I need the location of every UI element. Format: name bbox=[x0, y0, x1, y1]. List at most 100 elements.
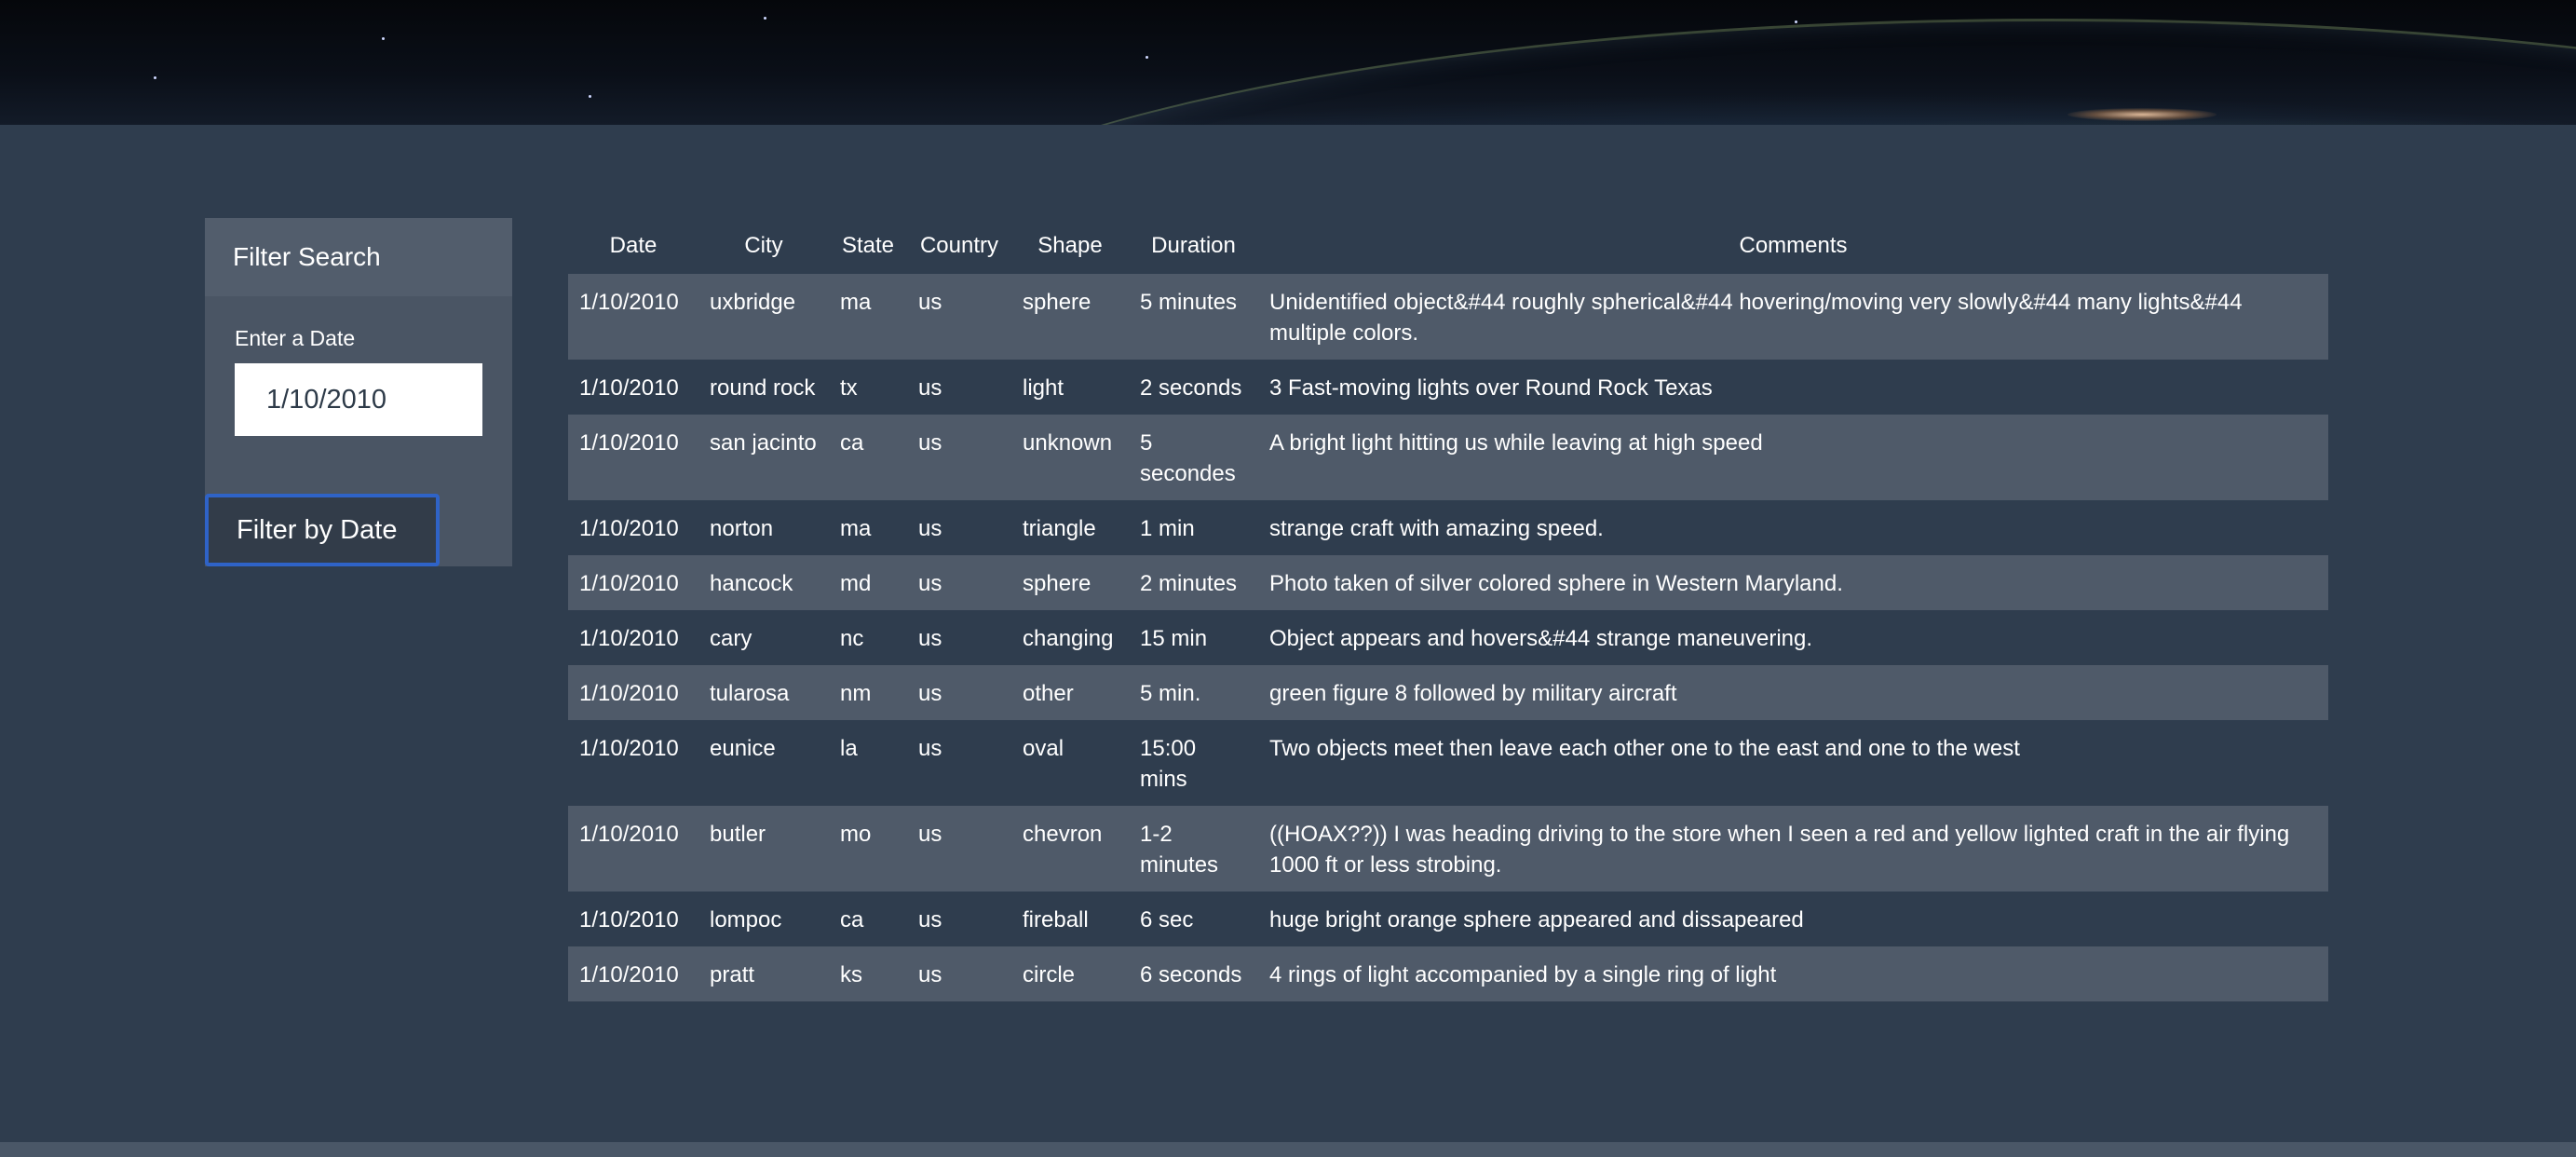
cell-shape: sphere bbox=[1023, 290, 1091, 315]
cell-comments: ((HOAX??)) I was heading driving to the … bbox=[1269, 822, 2290, 878]
cell-country: us bbox=[918, 430, 942, 456]
cell-comments: Unidentified object&#44 roughly spherica… bbox=[1269, 290, 2243, 346]
cell-comments: strange craft with amazing speed. bbox=[1269, 516, 1604, 541]
cell-comments: A bright light hitting us while leaving … bbox=[1269, 430, 1763, 456]
cell-shape: sphere bbox=[1023, 571, 1091, 596]
cell-shape: oval bbox=[1023, 736, 1064, 761]
cell-country: us bbox=[918, 681, 942, 706]
star bbox=[764, 17, 766, 20]
cell-country: us bbox=[918, 822, 942, 847]
cell-country: us bbox=[918, 962, 942, 987]
star bbox=[154, 76, 156, 79]
cell-country: us bbox=[918, 571, 942, 596]
cell-date: 1/10/2010 bbox=[579, 822, 679, 847]
star bbox=[382, 37, 385, 40]
cell-date: 1/10/2010 bbox=[579, 907, 679, 932]
cell-city: lompoc bbox=[710, 907, 782, 932]
table-row: 1/10/2010 pratt ks us circle 6 seconds 4… bbox=[568, 946, 2328, 1001]
cell-shape: circle bbox=[1023, 962, 1076, 987]
cell-shape: unknown bbox=[1023, 430, 1113, 456]
cell-country: us bbox=[918, 736, 942, 761]
cell-duration: 2 seconds bbox=[1140, 375, 1242, 401]
table-row: 1/10/2010 eunice la us oval 15:00 mins T… bbox=[568, 720, 2328, 806]
earth-horizon bbox=[838, 19, 2576, 125]
column-header-shape: Shape bbox=[1037, 233, 1103, 258]
column-header-comments: Comments bbox=[1739, 233, 1848, 258]
cell-duration: 5 min. bbox=[1140, 681, 1201, 706]
cell-state: ma bbox=[840, 290, 872, 315]
cell-country: us bbox=[918, 516, 942, 541]
cell-comments: 4 rings of light accompanied by a single… bbox=[1269, 962, 1777, 987]
cell-country: us bbox=[918, 375, 942, 401]
filter-panel-title: Filter Search bbox=[205, 218, 512, 296]
ufo-sightings-table: Date City State Country Shape Duration C… bbox=[568, 218, 2328, 1001]
cell-date: 1/10/2010 bbox=[579, 736, 679, 761]
cell-state: la bbox=[840, 736, 858, 761]
city-lights-glow bbox=[2068, 108, 2217, 121]
cell-shape: triangle bbox=[1023, 516, 1096, 541]
cell-shape: chevron bbox=[1023, 822, 1103, 847]
cell-date: 1/10/2010 bbox=[579, 375, 679, 401]
cell-duration: 1 min bbox=[1140, 516, 1195, 541]
cell-duration: 6 seconds bbox=[1140, 962, 1242, 987]
column-header-duration: Duration bbox=[1151, 233, 1236, 258]
table-row: 1/10/2010 san jacinto ca us unknown 5 se… bbox=[568, 415, 2328, 500]
column-header-country: Country bbox=[919, 233, 999, 258]
cell-shape: changing bbox=[1023, 626, 1114, 651]
cell-duration: 2 minutes bbox=[1140, 571, 1238, 596]
cell-date: 1/10/2010 bbox=[579, 962, 679, 987]
cell-date: 1/10/2010 bbox=[579, 430, 679, 456]
cell-state: ca bbox=[840, 907, 864, 932]
cell-date: 1/10/2010 bbox=[579, 571, 679, 596]
column-header-date: Date bbox=[609, 233, 658, 258]
cell-shape: light bbox=[1023, 375, 1064, 401]
cell-city: hancock bbox=[710, 571, 793, 596]
cell-country: us bbox=[918, 626, 942, 651]
cell-city: uxbridge bbox=[710, 290, 796, 315]
cell-state: nm bbox=[840, 681, 872, 706]
column-header-city: City bbox=[744, 233, 783, 258]
cell-city: butler bbox=[710, 822, 766, 847]
cell-comments: huge bright orange sphere appeared and d… bbox=[1269, 907, 1804, 932]
cell-state: mo bbox=[840, 822, 872, 847]
cell-country: us bbox=[918, 907, 942, 932]
table-header-row: Date City State Country Shape Duration C… bbox=[568, 218, 2328, 274]
cell-state: ca bbox=[840, 430, 864, 456]
cell-comments: Two objects meet then leave each other o… bbox=[1269, 736, 2020, 761]
cell-city: norton bbox=[710, 516, 774, 541]
cell-city: eunice bbox=[710, 736, 776, 761]
cell-comments: 3 Fast-moving lights over Round Rock Tex… bbox=[1269, 375, 1713, 401]
date-input[interactable] bbox=[235, 363, 482, 436]
star bbox=[589, 95, 591, 98]
hero-banner-image bbox=[0, 0, 2576, 125]
cell-comments: Object appears and hovers&#44 strange ma… bbox=[1269, 626, 1813, 651]
cell-date: 1/10/2010 bbox=[579, 681, 679, 706]
table-row: 1/10/2010 norton ma us triangle 1 min st… bbox=[568, 500, 2328, 555]
cell-shape: fireball bbox=[1023, 907, 1089, 932]
cell-state: ks bbox=[840, 962, 862, 987]
cell-city: san jacinto bbox=[710, 430, 817, 456]
cell-country: us bbox=[918, 290, 942, 315]
table-row: 1/10/2010 round rock tx us light 2 secon… bbox=[568, 360, 2328, 415]
filter-panel: Filter Search Enter a Date Filter by Dat… bbox=[205, 218, 512, 566]
table-row: 1/10/2010 lompoc ca us fireball 6 sec hu… bbox=[568, 892, 2328, 946]
cell-duration: 6 sec bbox=[1140, 907, 1194, 932]
filter-by-date-button[interactable]: Filter by Date bbox=[205, 494, 440, 566]
table-row: 1/10/2010 hancock md us sphere 2 minutes… bbox=[568, 555, 2328, 610]
cell-city: tularosa bbox=[710, 681, 790, 706]
star bbox=[1795, 20, 1797, 23]
cell-city: round rock bbox=[710, 375, 816, 401]
cell-comments: green figure 8 followed by military airc… bbox=[1269, 681, 1677, 706]
cell-city: pratt bbox=[710, 962, 755, 987]
cell-state: nc bbox=[840, 626, 864, 651]
column-header-state: State bbox=[841, 233, 895, 258]
cell-shape: other bbox=[1023, 681, 1074, 706]
cell-duration: 5 secondes bbox=[1140, 430, 1236, 486]
cell-city: cary bbox=[710, 626, 752, 651]
cell-comments: Photo taken of silver colored sphere in … bbox=[1269, 571, 1843, 596]
cell-duration: 5 minutes bbox=[1140, 290, 1238, 315]
cell-date: 1/10/2010 bbox=[579, 290, 679, 315]
cell-duration: 15:00 mins bbox=[1140, 736, 1197, 792]
cell-date: 1/10/2010 bbox=[579, 516, 679, 541]
table-row: 1/10/2010 tularosa nm us other 5 min. gr… bbox=[568, 665, 2328, 720]
